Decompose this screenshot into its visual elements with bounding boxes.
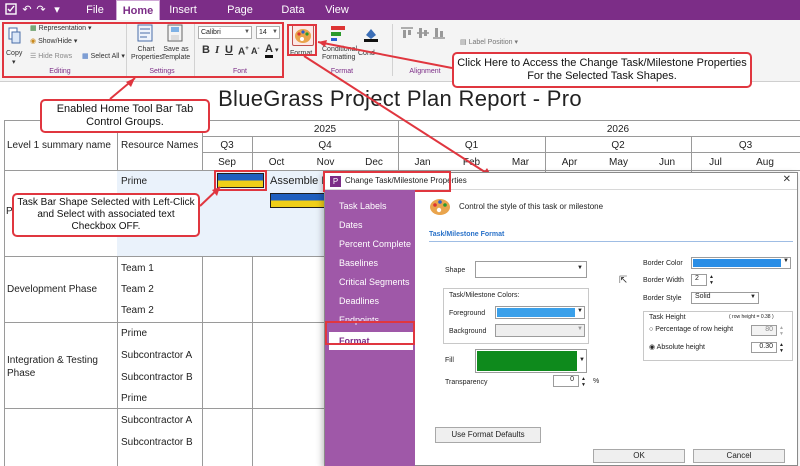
pct-row-input[interactable]: 80 [751,325,777,336]
background-label: Background [449,328,487,335]
fill-color-picker[interactable]: ▼ [475,349,587,373]
use-format-defaults-button[interactable]: Use Format Defaults [435,427,541,443]
shape-combo[interactable]: ▼ [475,261,587,278]
section-title: Task/Milestone Format [429,231,505,238]
cancel-button[interactable]: Cancel [693,449,785,463]
abs-height-label: Absolute height [656,344,705,351]
nav-dates[interactable]: Dates [339,220,363,230]
border-color-swatch [693,259,781,267]
border-style-label: Border Style [643,295,682,302]
dialog-header-text: Control the style of this task or milest… [459,202,604,211]
shape-label: Shape [445,267,466,274]
pct-row-spinner-icon[interactable]: ▲ ▼ [779,325,784,337]
pct-row-value: 80 [765,326,773,333]
chevron-down-icon: ▼ [577,265,583,271]
border-width-spinner-icon[interactable]: ▲ ▼ [709,274,714,286]
task-height-label: Task Height [649,314,686,321]
radio-on-icon: ◉ [649,344,656,351]
border-style-combo[interactable]: Solid ▼ [691,292,759,304]
ok-button[interactable]: OK [593,449,685,463]
pct-row-radio[interactable]: ○ Percentage of row height [649,326,733,333]
abs-height-spinner-icon[interactable]: ▲ ▼ [779,342,784,354]
border-width-label: Border Width [643,277,684,284]
change-task-dialog: P Change Task/Milestone Properties ✕ Tas… [323,171,798,466]
pct-row-label: Percentage of row height [655,326,734,333]
callout-arrow [303,55,489,175]
border-style-value: Solid [695,293,711,300]
nav-critical-segments[interactable]: Critical Segments [339,277,410,287]
chevron-down-icon: ▼ [750,294,756,300]
nav-task-labels[interactable]: Task Labels [339,201,387,211]
colors-group-label: Task/Milestone Colors: [449,292,520,299]
format-nav-highlight [325,321,415,345]
transparency-value: 0 [570,376,574,383]
border-color-picker[interactable]: ▼ [691,257,791,269]
palette-icon [429,195,451,217]
abs-height-value: 0.30 [759,343,773,350]
foreground-label: Foreground [449,310,486,317]
nav-percent-complete[interactable]: Percent Complete [339,239,411,249]
app-window: ↶ ↷ ▾ File Home Insert Page Layout Data … [0,0,800,466]
chevron-down-icon: ▼ [577,308,583,314]
radio-off-icon: ○ [649,326,654,333]
fill-swatch [477,351,577,371]
foreground-swatch [497,308,575,317]
foreground-color-picker[interactable]: ▼ [495,306,585,319]
abs-height-radio[interactable]: ◉ Absolute height [649,343,705,351]
close-icon[interactable]: ✕ [783,174,791,185]
row-height-note: ( row height = 0.38 ) [729,314,774,320]
fill-label: Fill [445,357,454,364]
abs-height-input[interactable]: 0.30 [751,342,777,353]
transparency-input[interactable]: 0 [553,375,579,387]
background-color-picker[interactable]: ▼ [495,324,585,337]
nav-deadlines[interactable]: Deadlines [339,296,379,306]
nav-baselines[interactable]: Baselines [339,258,378,268]
chevron-down-icon: ▼ [783,258,789,264]
chevron-down-icon: ▼ [577,326,583,332]
mouse-cursor-icon: ⇱ [619,275,628,286]
transparency-label: Transparency [445,379,488,386]
chevron-down-icon: ▼ [579,357,585,363]
arrowhead [318,40,327,47]
border-color-label: Border Color [643,260,683,267]
transparency-unit: % [593,378,600,385]
transparency-spinner-icon[interactable]: ▲ ▼ [581,376,586,388]
callout-arrow [317,41,453,69]
dialog-title-highlight [323,171,451,192]
section-divider [429,241,793,242]
border-width-value: 2 [695,275,699,282]
border-width-input[interactable]: 2 [691,274,707,286]
